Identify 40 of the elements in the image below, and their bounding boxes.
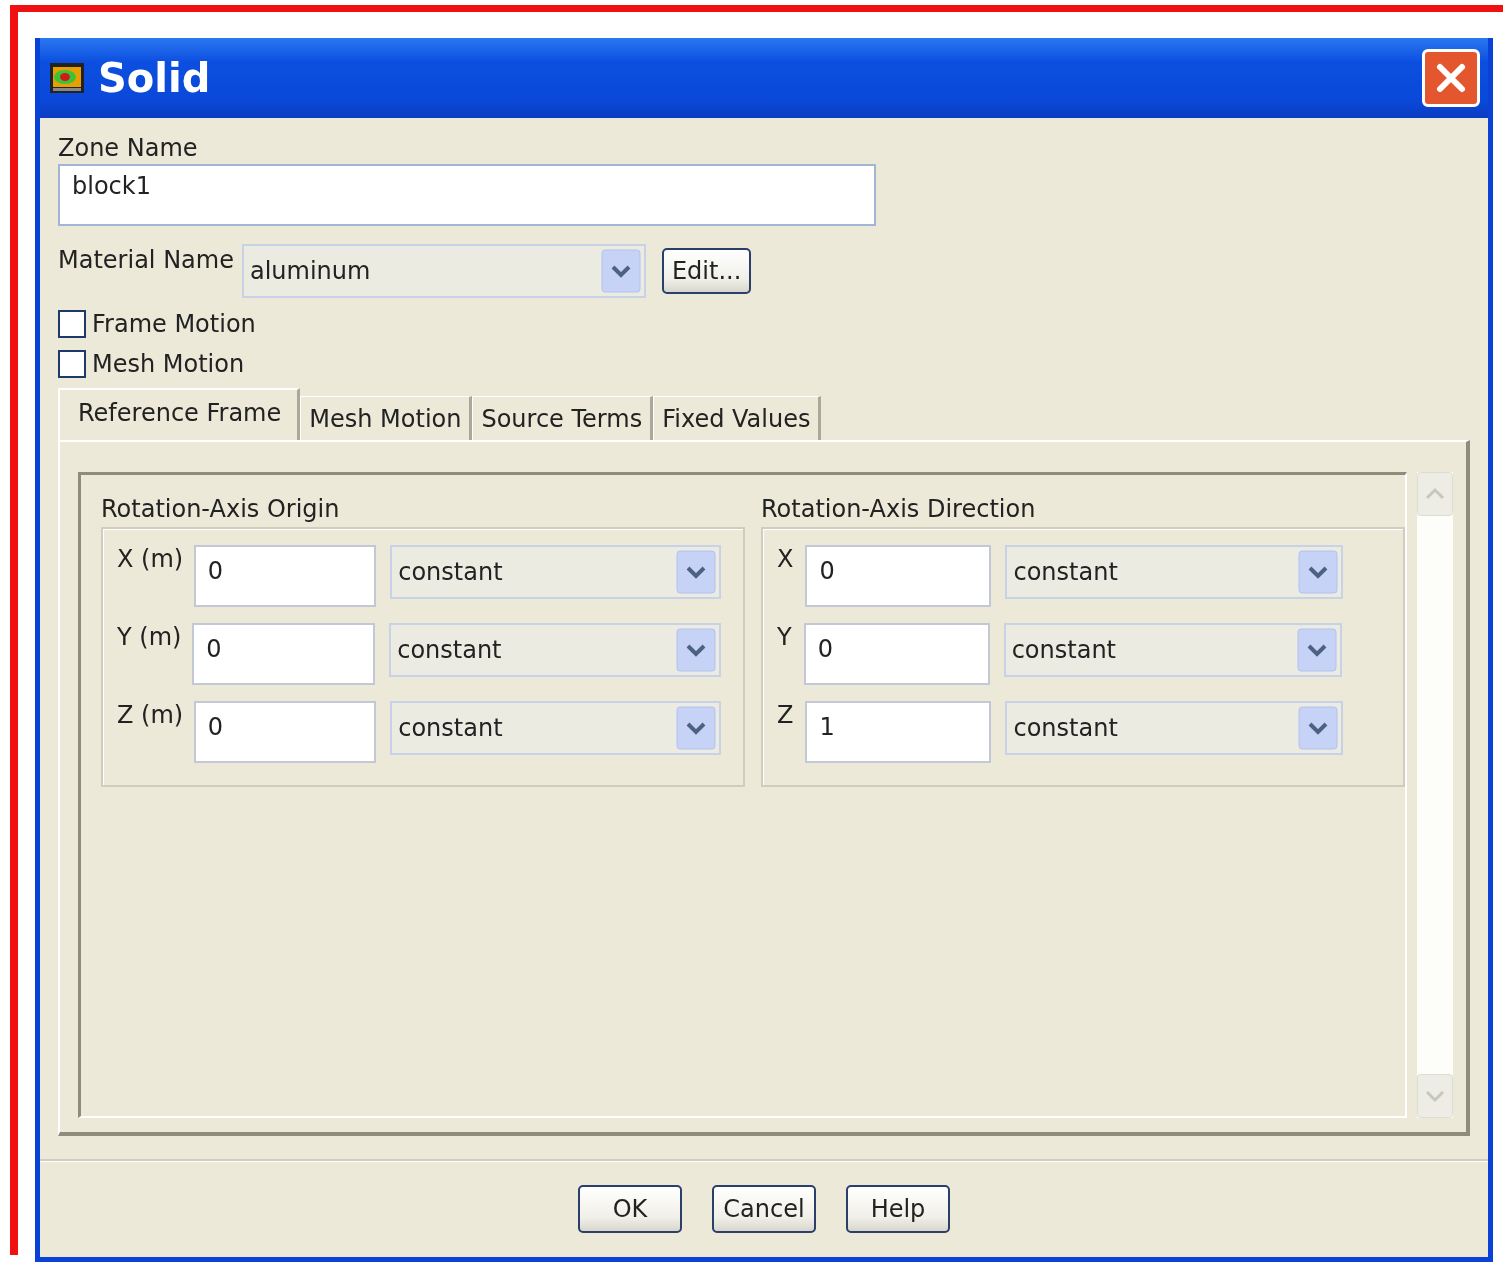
- tab[interactable]: Fixed Values: [653, 396, 822, 440]
- value-field[interactable]: 0: [192, 623, 376, 685]
- group-title: Rotation-Axis Origin: [101, 495, 341, 523]
- value-field[interactable]: 0: [803, 623, 990, 685]
- group-title: Rotation-Axis Direction: [761, 495, 1037, 523]
- method-dropdown[interactable]: constant: [1005, 545, 1344, 599]
- checkbox-label: Frame Motion: [92, 310, 256, 338]
- dialog-button[interactable]: OK: [578, 1185, 682, 1233]
- dialog-button[interactable]: Help: [846, 1185, 950, 1233]
- method-dropdown[interactable]: constant: [389, 623, 721, 677]
- method-dropdown[interactable]: constant: [1003, 623, 1342, 677]
- value-field[interactable]: 1: [805, 701, 992, 763]
- close-icon: [1434, 61, 1468, 95]
- zone-name-field[interactable]: block1: [58, 164, 876, 226]
- field-label: X (m): [117, 545, 182, 573]
- zone-name-label: Zone Name: [58, 134, 199, 162]
- dialog-button[interactable]: Cancel: [712, 1185, 816, 1233]
- checkbox[interactable]: [58, 350, 86, 378]
- field-label: Z (m): [117, 701, 182, 729]
- method-dropdown[interactable]: constant: [1005, 701, 1344, 755]
- app-icon: [50, 63, 84, 93]
- field-label: Y: [777, 623, 792, 651]
- checkbox[interactable]: [58, 310, 86, 338]
- material-dropdown[interactable]: aluminum: [241, 244, 646, 298]
- window-title: Solid: [98, 55, 212, 101]
- edit-button[interactable]: Edit...: [661, 248, 752, 294]
- field-label: X: [777, 545, 794, 573]
- checkbox-label: Mesh Motion: [92, 350, 245, 378]
- field-label: Z: [777, 701, 794, 729]
- close-button[interactable]: [1422, 49, 1480, 107]
- field-label: Y (m): [117, 623, 181, 651]
- method-dropdown[interactable]: constant: [390, 701, 721, 755]
- value-field[interactable]: 0: [193, 545, 377, 607]
- value-field[interactable]: 0: [805, 545, 992, 607]
- value-field[interactable]: 0: [193, 701, 377, 763]
- tab[interactable]: Source Terms: [472, 396, 654, 440]
- material-name-label: Material Name: [58, 246, 234, 274]
- tab[interactable]: Mesh Motion: [300, 396, 473, 440]
- method-dropdown[interactable]: constant: [390, 545, 721, 599]
- tab[interactable]: Reference Frame: [58, 388, 301, 440]
